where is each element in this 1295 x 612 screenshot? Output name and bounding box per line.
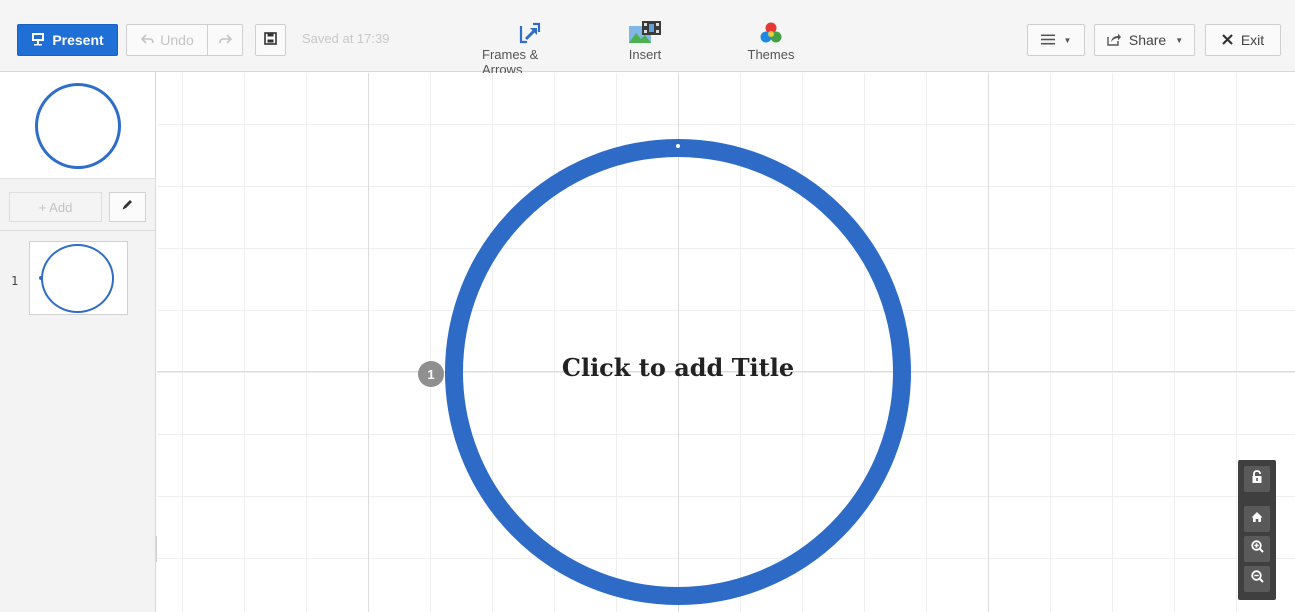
redo-icon [218, 32, 232, 48]
insert-label: Insert [628, 47, 662, 62]
themes-tool[interactable]: Themes [746, 18, 796, 62]
save-status: Saved at 17:39 [302, 31, 390, 46]
edit-path-button[interactable] [109, 192, 146, 222]
frame-title-placeholder[interactable]: Click to add Title [520, 353, 836, 382]
grid-guide-line [368, 73, 369, 612]
slide-thumbnail-1[interactable] [29, 241, 128, 315]
undo-label: Undo [160, 32, 194, 48]
chevron-down-icon: ▼ [1175, 35, 1184, 45]
insert-media-icon [628, 18, 662, 44]
insert-tool[interactable]: Insert [622, 18, 668, 62]
main-menu-button[interactable]: ▼ [1027, 24, 1085, 56]
add-path-button[interactable]: + Add [9, 192, 102, 222]
chevron-down-icon: ▼ [1063, 35, 1072, 45]
pencil-icon [121, 198, 134, 216]
home-button[interactable] [1244, 506, 1270, 532]
top-toolbar: Present Undo Saved at 17:39 Frames & Arr… [0, 0, 1295, 77]
zoom-out-button[interactable] [1244, 566, 1270, 592]
slide-thumbnail-circle [41, 244, 114, 313]
lock-button[interactable] [1244, 466, 1270, 492]
themes-label: Themes [747, 47, 795, 62]
slide-number: 1 [11, 274, 19, 288]
present-icon [31, 32, 45, 49]
frames-arrows-tool[interactable]: Frames & Arrows [482, 18, 578, 77]
close-icon [1222, 32, 1233, 48]
path-step-badge[interactable]: 1 [418, 361, 444, 387]
undo-button[interactable]: Undo [126, 24, 208, 56]
zoom-out-icon [1250, 570, 1264, 588]
frames-arrows-icon [519, 18, 541, 44]
path-sidebar: + Add 1 [0, 72, 156, 612]
home-icon [1251, 510, 1263, 528]
present-label: Present [52, 32, 104, 48]
save-button[interactable] [255, 24, 286, 56]
share-label: Share [1128, 32, 1167, 48]
editing-canvas[interactable]: Click to add Title 1 [157, 73, 1295, 612]
exit-label: Exit [1240, 32, 1265, 48]
undo-icon [141, 32, 155, 48]
present-button[interactable]: Present [17, 24, 118, 56]
hamburger-icon [1040, 32, 1055, 48]
prezi-editor: Present Undo Saved at 17:39 Frames & Arr… [0, 0, 1295, 612]
zoom-in-button[interactable] [1244, 536, 1270, 562]
zoom-controls [1238, 460, 1276, 600]
lock-icon [1251, 469, 1263, 489]
overview-thumbnail[interactable] [0, 72, 155, 179]
sidebar-divider [0, 230, 155, 231]
share-icon [1106, 32, 1121, 49]
add-path-label: + Add [38, 199, 73, 215]
exit-button[interactable]: Exit [1205, 24, 1281, 56]
save-icon [264, 32, 277, 48]
overview-frame-circle [35, 83, 121, 169]
grid-guide-line [988, 73, 989, 612]
redo-button[interactable] [207, 24, 243, 56]
share-button[interactable]: Share ▼ [1094, 24, 1195, 56]
slide-thumbnail-marker [39, 276, 43, 280]
frame-anchor-point[interactable] [676, 144, 680, 148]
zoom-in-icon [1250, 540, 1264, 558]
themes-palette-icon [760, 18, 782, 44]
